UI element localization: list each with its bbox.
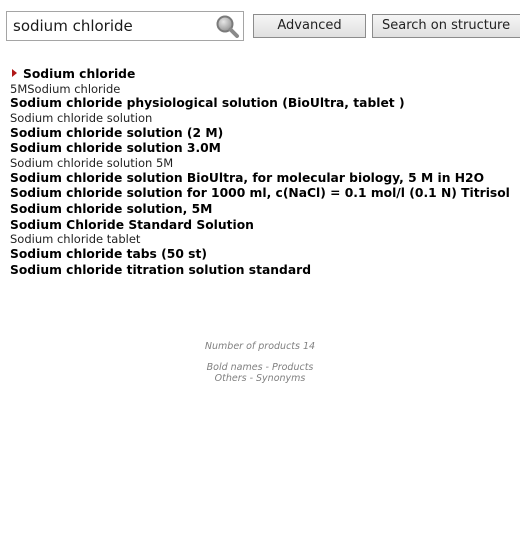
result-label: Sodium chloride solution (2 M) bbox=[10, 125, 224, 140]
legend-bold: Bold names - Products bbox=[206, 362, 314, 373]
result-product[interactable]: Sodium chloride solution, 5M bbox=[10, 202, 510, 218]
result-label: Sodium chloride physiological solution (… bbox=[10, 96, 405, 111]
advanced-search-button[interactable]: Advanced bbox=[253, 14, 366, 38]
result-product[interactable]: Sodium chloride solution 3.0M bbox=[10, 141, 510, 157]
result-label: Sodium Chloride Standard Solution bbox=[10, 217, 254, 232]
result-synonym[interactable]: Sodium chloride solution 5M bbox=[10, 156, 510, 171]
result-label: Sodium chloride solution 5M bbox=[10, 156, 174, 170]
result-label: Sodium chloride tablet bbox=[10, 232, 141, 247]
result-product[interactable]: Sodium chloride physiological solution (… bbox=[10, 96, 510, 112]
search-icon[interactable] bbox=[214, 14, 240, 38]
result-product[interactable]: Sodium Chloride Standard Solution bbox=[10, 218, 510, 234]
selected-marker-icon bbox=[12, 69, 17, 77]
search-bar: Advanced Search on structure bbox=[6, 11, 520, 41]
results-list: Sodium chloride 5MSodium chloride Sodium c… bbox=[10, 67, 510, 278]
result-synonym[interactable]: 5MSodium chloride bbox=[10, 81, 510, 97]
result-synonym[interactable]: Sodium chloride tablet bbox=[10, 233, 510, 247]
result-product[interactable]: Sodium chloride tabs (50 st) bbox=[10, 247, 510, 263]
result-label: 5MSodium chloride bbox=[10, 81, 121, 96]
result-label: Sodium chloride tabs (50 st) bbox=[10, 247, 207, 261]
legend-others: Others - Synonyms bbox=[214, 373, 306, 384]
result-product[interactable]: Sodium chloride solution (2 M) bbox=[10, 126, 510, 142]
search-on-structure-button[interactable]: Search on structure bbox=[372, 14, 520, 38]
result-product[interactable]: Sodium chloride titration solution stand… bbox=[10, 263, 510, 279]
result-product[interactable]: Sodium chloride solution BioUltra, for m… bbox=[10, 171, 510, 187]
result-label: Sodium chloride solution for 1000 ml, c(… bbox=[10, 186, 510, 201]
result-product[interactable]: Sodium chloride bbox=[10, 67, 510, 83]
search-page: Advanced Search on structure Sodium chlo… bbox=[0, 0, 520, 553]
product-count: Number of products 14 bbox=[204, 341, 316, 352]
result-label: Sodium chloride bbox=[23, 67, 136, 81]
result-label: Sodium chloride solution, 5M bbox=[10, 202, 213, 216]
result-synonym[interactable]: Sodium chloride solution bbox=[10, 111, 510, 126]
result-label: Sodium chloride titration solution stand… bbox=[10, 262, 312, 277]
result-product[interactable]: Sodium chloride solution for 1000 ml, c(… bbox=[10, 186, 510, 202]
result-label: Sodium chloride solution BioUltra, for m… bbox=[10, 170, 485, 185]
result-label: Sodium chloride solution 3.0M bbox=[10, 141, 221, 156]
result-label: Sodium chloride solution bbox=[10, 111, 153, 125]
search-input[interactable] bbox=[6, 11, 244, 41]
